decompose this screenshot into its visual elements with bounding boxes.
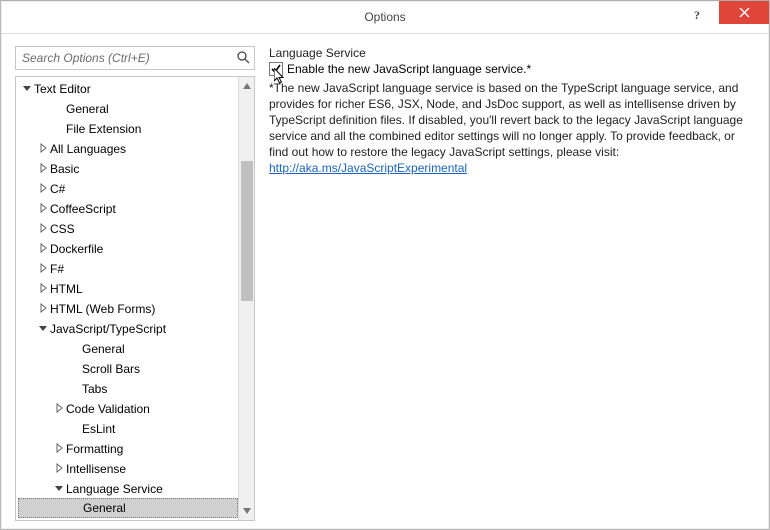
checkbox-label: Enable the new JavaScript language servi… bbox=[287, 62, 531, 76]
footnote-text: *The new JavaScript language service is … bbox=[269, 81, 743, 159]
tree-item-label: General bbox=[82, 339, 125, 359]
scroll-down-icon[interactable] bbox=[239, 502, 255, 520]
tree-item-label: F# bbox=[50, 259, 64, 279]
tree-item-label: Tabs bbox=[82, 379, 107, 399]
tree-item-label: Scroll Bars bbox=[82, 359, 140, 379]
tree-item-label: HTML bbox=[50, 279, 83, 299]
scroll-thumb[interactable] bbox=[241, 161, 253, 301]
tree-item-label: C# bbox=[50, 179, 65, 199]
tree-item-label: EsLint bbox=[82, 419, 115, 439]
footnote-link[interactable]: http://aka.ms/JavaScriptExperimental bbox=[269, 161, 467, 175]
close-button[interactable] bbox=[719, 1, 769, 24]
tree-item[interactable]: C# bbox=[18, 179, 238, 199]
chevron-down-icon[interactable] bbox=[52, 479, 66, 499]
tree-item-label: File Extension bbox=[66, 119, 141, 139]
chevron-right-icon[interactable] bbox=[36, 199, 50, 219]
tree-item[interactable]: File Extension bbox=[18, 119, 238, 139]
tree-item[interactable]: Tabs bbox=[18, 379, 238, 399]
chevron-right-icon[interactable] bbox=[52, 399, 66, 419]
tree-item[interactable]: F# bbox=[18, 259, 238, 279]
tree-item[interactable]: Intellisense bbox=[18, 459, 238, 479]
tree-item[interactable]: General bbox=[18, 498, 238, 518]
tree-item-label: Dockerfile bbox=[50, 239, 103, 259]
tree-item[interactable]: EsLint bbox=[18, 419, 238, 439]
tree-item-label: CSS bbox=[50, 219, 75, 239]
titlebar: Options ? bbox=[1, 1, 769, 34]
options-detail-pane: Language Service Enable the new JavaScri… bbox=[269, 46, 755, 521]
tree-item[interactable]: CoffeeScript bbox=[18, 199, 238, 219]
tree-item[interactable]: Code Validation bbox=[18, 399, 238, 419]
tree-item[interactable]: HTML bbox=[18, 279, 238, 299]
tree-item[interactable]: Language Service bbox=[18, 479, 238, 499]
chevron-right-icon[interactable] bbox=[36, 179, 50, 199]
chevron-right-icon[interactable] bbox=[52, 459, 66, 479]
tree-item[interactable]: Scroll Bars bbox=[18, 359, 238, 379]
tree-item[interactable]: Formatting bbox=[18, 439, 238, 459]
search-input[interactable] bbox=[15, 46, 255, 70]
chevron-right-icon[interactable] bbox=[36, 159, 50, 179]
tree-item-label: Basic bbox=[50, 159, 79, 179]
options-left-pane: Text EditorGeneralFile ExtensionAll Lang… bbox=[15, 46, 255, 521]
chevron-right-icon[interactable] bbox=[36, 259, 50, 279]
chevron-right-icon[interactable] bbox=[36, 239, 50, 259]
scroll-up-icon[interactable] bbox=[239, 77, 255, 95]
tree-scrollbar[interactable] bbox=[238, 77, 254, 520]
section-heading: Language Service bbox=[269, 46, 755, 60]
options-dialog: Options ? Text EditorGeneralFile Extensi… bbox=[0, 0, 770, 530]
chevron-down-icon[interactable] bbox=[20, 79, 34, 99]
tree-item[interactable]: All Languages bbox=[18, 139, 238, 159]
tree-item[interactable]: Basic bbox=[18, 159, 238, 179]
tree-item[interactable]: HTML (Web Forms) bbox=[18, 299, 238, 319]
tree-item[interactable]: Text Editor bbox=[18, 79, 238, 99]
chevron-right-icon[interactable] bbox=[36, 139, 50, 159]
tree-item[interactable]: JavaScript/TypeScript bbox=[18, 319, 238, 339]
chevron-right-icon[interactable] bbox=[36, 299, 50, 319]
tree-item[interactable]: General bbox=[18, 339, 238, 359]
chevron-right-icon[interactable] bbox=[36, 219, 50, 239]
tree-item[interactable]: Dockerfile bbox=[18, 239, 238, 259]
tree-item-label: Text Editor bbox=[34, 79, 91, 99]
tree-item-label: Formatting bbox=[66, 439, 123, 459]
tree-item[interactable]: CSS bbox=[18, 219, 238, 239]
tree-item-label: All Languages bbox=[50, 139, 126, 159]
tree-item-label: General bbox=[83, 499, 126, 517]
footnote: *The new JavaScript language service is … bbox=[269, 80, 755, 176]
tree-item-label: Intellisense bbox=[66, 459, 126, 479]
chevron-right-icon[interactable] bbox=[52, 439, 66, 459]
options-tree[interactable]: Text EditorGeneralFile ExtensionAll Lang… bbox=[16, 77, 238, 520]
tree-item-label: JavaScript/TypeScript bbox=[50, 319, 166, 339]
tree-item[interactable]: General bbox=[18, 99, 238, 119]
chevron-right-icon[interactable] bbox=[36, 279, 50, 299]
title-text: Options bbox=[364, 10, 405, 24]
search-icon[interactable] bbox=[236, 50, 250, 67]
tree-item-label: General bbox=[66, 99, 109, 119]
tree-item-label: CoffeeScript bbox=[50, 199, 116, 219]
chevron-down-icon[interactable] bbox=[36, 319, 50, 339]
tree-item-label: HTML (Web Forms) bbox=[50, 299, 155, 319]
help-button[interactable]: ? bbox=[677, 1, 719, 29]
tree-item-label: Language Service bbox=[66, 479, 163, 499]
enable-js-language-service-checkbox[interactable] bbox=[269, 62, 283, 76]
svg-text:?: ? bbox=[694, 9, 700, 21]
tree-item-label: Code Validation bbox=[66, 399, 150, 419]
